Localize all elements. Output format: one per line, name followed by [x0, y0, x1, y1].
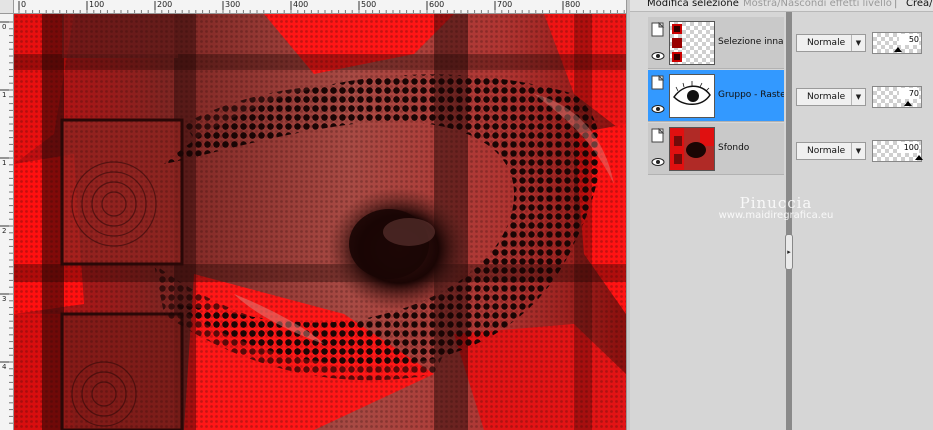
blend-mode-select[interactable]: Normale ▼	[796, 142, 866, 160]
opacity-value[interactable]: 100	[899, 142, 919, 153]
create-button[interactable]: Crea/	[906, 0, 933, 10]
opacity-slider[interactable]: 100	[872, 140, 923, 162]
layer-row[interactable]: Gruppo - Raster 2	[648, 70, 784, 122]
ruler-left-label: 3	[2, 295, 7, 303]
ruler-top-label: 0	[21, 0, 27, 9]
eye-icon[interactable]	[650, 101, 666, 117]
ruler-top-label: 200	[157, 0, 173, 9]
opacity-value[interactable]: 50	[899, 34, 919, 45]
modify-selection-button[interactable]: Modifica selezione	[647, 0, 739, 10]
layer-visibility-toggle-icon[interactable]	[650, 22, 666, 38]
image-canvas[interactable]	[14, 14, 626, 430]
toolbar-separator: |	[894, 0, 898, 9]
layers-panel: Modifica selezione Mostra/Nascondi effet…	[630, 0, 933, 430]
opacity-marker-icon[interactable]	[915, 155, 923, 160]
ruler-corner	[0, 0, 14, 14]
show-hide-effects-button[interactable]: Mostra/Nascondi effetti livello	[743, 0, 892, 10]
layer-visibility-toggle-icon[interactable]	[650, 75, 666, 91]
ruler-top-label: 500	[361, 0, 377, 9]
canvas-window: 0 100 200 300 400 500 600 700 800 0 1 1 …	[0, 0, 630, 430]
layer-name: Sfondo	[718, 143, 750, 153]
opacity-slider[interactable]: 50	[872, 32, 922, 54]
ruler-top-label: 700	[497, 0, 513, 9]
ruler-left-label: 4	[2, 363, 7, 371]
opacity-value[interactable]: 70	[899, 88, 919, 99]
ruler-top-label: 800	[565, 0, 581, 9]
ruler-left-label: 1	[2, 159, 7, 167]
opacity-marker-icon[interactable]	[894, 47, 902, 52]
ruler-top-label: 100	[89, 0, 105, 9]
eye-sketch-thumbnail-icon	[669, 74, 715, 118]
opacity-slider[interactable]: 70	[872, 86, 922, 108]
background-thumbnail-icon	[669, 127, 715, 171]
panel-splitter[interactable]: ▸	[784, 12, 794, 430]
layer-name: Selezione innalzata	[718, 37, 784, 47]
layer-name: Gruppo - Raster 2	[718, 90, 784, 100]
blend-mode-select[interactable]: Normale ▼	[796, 88, 866, 106]
blend-mode-value: Normale	[807, 38, 846, 48]
splitter-bar[interactable]	[786, 12, 792, 430]
layer-visibility-toggle-icon[interactable]	[650, 128, 666, 144]
app-window: 0 100 200 300 400 500 600 700 800 0 1 1 …	[0, 0, 933, 430]
artwork-image	[14, 14, 626, 430]
selection-thumbnail-icon	[669, 21, 715, 65]
blend-mode-value: Normale	[807, 92, 846, 102]
eye-icon[interactable]	[650, 48, 666, 64]
chevron-down-icon[interactable]: ▼	[851, 89, 865, 105]
ruler-top-label: 300	[225, 0, 241, 9]
ruler-top-ticks	[18, 1, 625, 13]
chevron-down-icon[interactable]: ▼	[851, 143, 865, 159]
blend-mode-select[interactable]: Normale ▼	[796, 34, 866, 52]
ruler-left: 0 1 1 2 3 4	[0, 14, 14, 430]
chevron-down-icon[interactable]: ▼	[851, 35, 865, 51]
layers-toolbar: Modifica selezione Mostra/Nascondi effet…	[630, 0, 933, 12]
ruler-left-label: 1	[2, 91, 7, 99]
ruler-top-label: 600	[429, 0, 445, 9]
eye-icon[interactable]	[650, 154, 666, 170]
splitter-grip-icon[interactable]: ▸	[785, 234, 793, 270]
layer-row[interactable]: Selezione innalzata	[648, 17, 784, 69]
ruler-left-label: 2	[2, 227, 7, 235]
ruler-top: 0 100 200 300 400 500 600 700 800	[14, 0, 626, 14]
ruler-top-label: 400	[293, 0, 309, 9]
layer-row[interactable]: Sfondo	[648, 123, 784, 175]
blend-mode-value: Normale	[807, 146, 846, 156]
ruler-left-label: 0	[2, 23, 7, 31]
opacity-marker-icon[interactable]	[904, 101, 912, 106]
